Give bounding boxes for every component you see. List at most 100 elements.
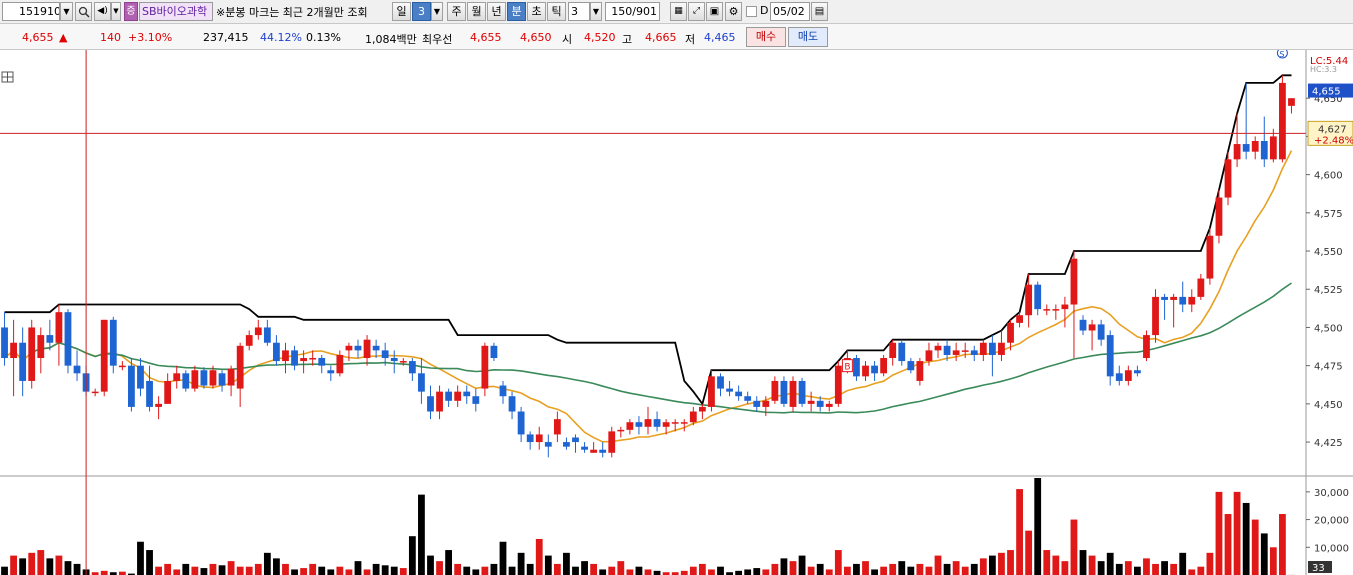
candle-body [445, 391, 453, 401]
speaker-icon[interactable]: ◀) [94, 2, 111, 21]
volume-bar [1061, 561, 1069, 575]
candle-body [291, 350, 298, 366]
gear-icon[interactable]: ⚙ [725, 2, 742, 21]
interval-select[interactable]: 3 [568, 2, 590, 21]
candle-body [662, 422, 670, 427]
candle-body [309, 358, 317, 360]
candle-body [680, 422, 688, 424]
volume-bar [1016, 489, 1023, 575]
chart-area[interactable]: 4,6504,6254,6004,5754,5504,5254,5004,475… [0, 50, 1353, 575]
period-num-field[interactable]: 3 [412, 2, 431, 21]
period-dropdown-button[interactable]: ▼ [431, 2, 443, 21]
volume-bar [327, 569, 335, 575]
candle-body [436, 391, 443, 412]
low-price: 4,465 [704, 31, 736, 44]
volume-bar [853, 563, 860, 575]
candle-body [1134, 370, 1141, 374]
candle-body [1052, 309, 1060, 311]
ma-short-line [3, 150, 1293, 443]
code-dropdown-button[interactable]: ▼ [60, 2, 73, 21]
volume-bar [717, 566, 724, 575]
bar-count-input[interactable]: 150/901 [605, 2, 660, 21]
volume-bar [916, 563, 924, 575]
candle-body [853, 358, 860, 377]
candle-body [544, 442, 552, 447]
period-second-button[interactable]: 초 [527, 2, 546, 21]
volume-bar [345, 569, 353, 575]
buy-button[interactable]: 매수 [746, 27, 786, 47]
volume-bar [898, 561, 906, 575]
candle-body [273, 342, 280, 362]
volume-bar [934, 555, 942, 575]
candle-body [454, 391, 462, 401]
search-icon[interactable] [75, 2, 92, 21]
candle-body [155, 403, 162, 407]
date-checkbox[interactable] [746, 6, 757, 17]
price-tick-label: 4,600 [1314, 171, 1343, 182]
volume-bar [708, 569, 715, 575]
period-tick-button[interactable]: 틱 [547, 2, 566, 21]
candle-body [37, 335, 45, 359]
stock-name-field[interactable]: SB바이오과학 [139, 2, 213, 21]
candle-body [46, 335, 54, 343]
candle-body [1161, 296, 1168, 300]
grid-settings-icon[interactable]: ▦ [670, 2, 687, 21]
candle-body [28, 327, 36, 381]
candle-body [599, 449, 607, 453]
period-month-button[interactable]: 월 [467, 2, 486, 21]
volume-bar [825, 569, 833, 575]
stock-code-input[interactable]: 151910 [2, 2, 60, 21]
candle-body [517, 411, 525, 435]
volume-bar [1134, 566, 1141, 575]
volume-bar [970, 563, 978, 575]
volume-bar [1106, 552, 1114, 575]
candle-body [91, 391, 99, 394]
candle-body [1070, 258, 1078, 305]
candle-body [300, 358, 308, 362]
volume-bar [753, 568, 761, 575]
volume-bar [979, 558, 987, 575]
volume-bar [544, 555, 552, 575]
candle-body [218, 373, 226, 386]
interval-dropdown-button[interactable]: ▼ [590, 2, 602, 21]
volume-bar [1188, 569, 1196, 575]
candle-body [336, 354, 344, 374]
candle-body [617, 429, 625, 432]
candle-body [807, 400, 815, 404]
candle-body [1251, 141, 1259, 152]
price-change-pct: +3.10% [128, 31, 173, 44]
volume-bar [689, 566, 697, 575]
period-year-button[interactable]: 년 [487, 2, 506, 21]
candle-body [1034, 284, 1042, 310]
candle-body [1016, 315, 1023, 323]
volume-current-label: 33 [1312, 563, 1325, 574]
period-day-button[interactable]: 일 [392, 2, 411, 21]
period-week-button[interactable]: 주 [447, 2, 466, 21]
calendar-icon[interactable]: ▤ [811, 2, 828, 21]
candle-body [1279, 82, 1286, 160]
period-minute-button[interactable]: 분 [507, 2, 526, 21]
candle-body [1088, 324, 1096, 331]
candle-body [553, 419, 561, 435]
candle-body [581, 446, 588, 450]
sound-dropdown-button[interactable]: ▼ [111, 2, 121, 21]
date-input[interactable]: 05/02 [770, 2, 810, 21]
hc-label: HC:3.3 [1310, 65, 1337, 74]
volume-bar [943, 563, 951, 575]
candle-body [943, 345, 951, 355]
chart-toolbar: 151910 ▼ ◀) ▼ 증 SB바이오과학 ※분봉 마크는 최근 2개월만 … [0, 0, 1353, 24]
bid-price: 4,650 [520, 31, 552, 44]
sell-button[interactable]: 매도 [788, 27, 828, 47]
candle-body [245, 335, 253, 346]
candlestick-chart[interactable]: 4,6504,6254,6004,5754,5504,5254,5004,475… [0, 50, 1353, 575]
chart-tools-icon[interactable]: ⤢ [688, 2, 705, 21]
candle-body [1242, 144, 1250, 152]
volume-bar [173, 569, 181, 575]
minute-mark-notice: ※분봉 마크는 최근 2개월만 조회 [216, 6, 368, 19]
trade-amount: 1,084백만 [365, 33, 417, 46]
bar-count-value: 150 [611, 5, 633, 18]
open-price: 4,520 [584, 31, 616, 44]
save-icon[interactable]: ▣ [706, 2, 723, 21]
candle-body [1061, 304, 1069, 310]
period-month-label: 월 [471, 5, 482, 18]
